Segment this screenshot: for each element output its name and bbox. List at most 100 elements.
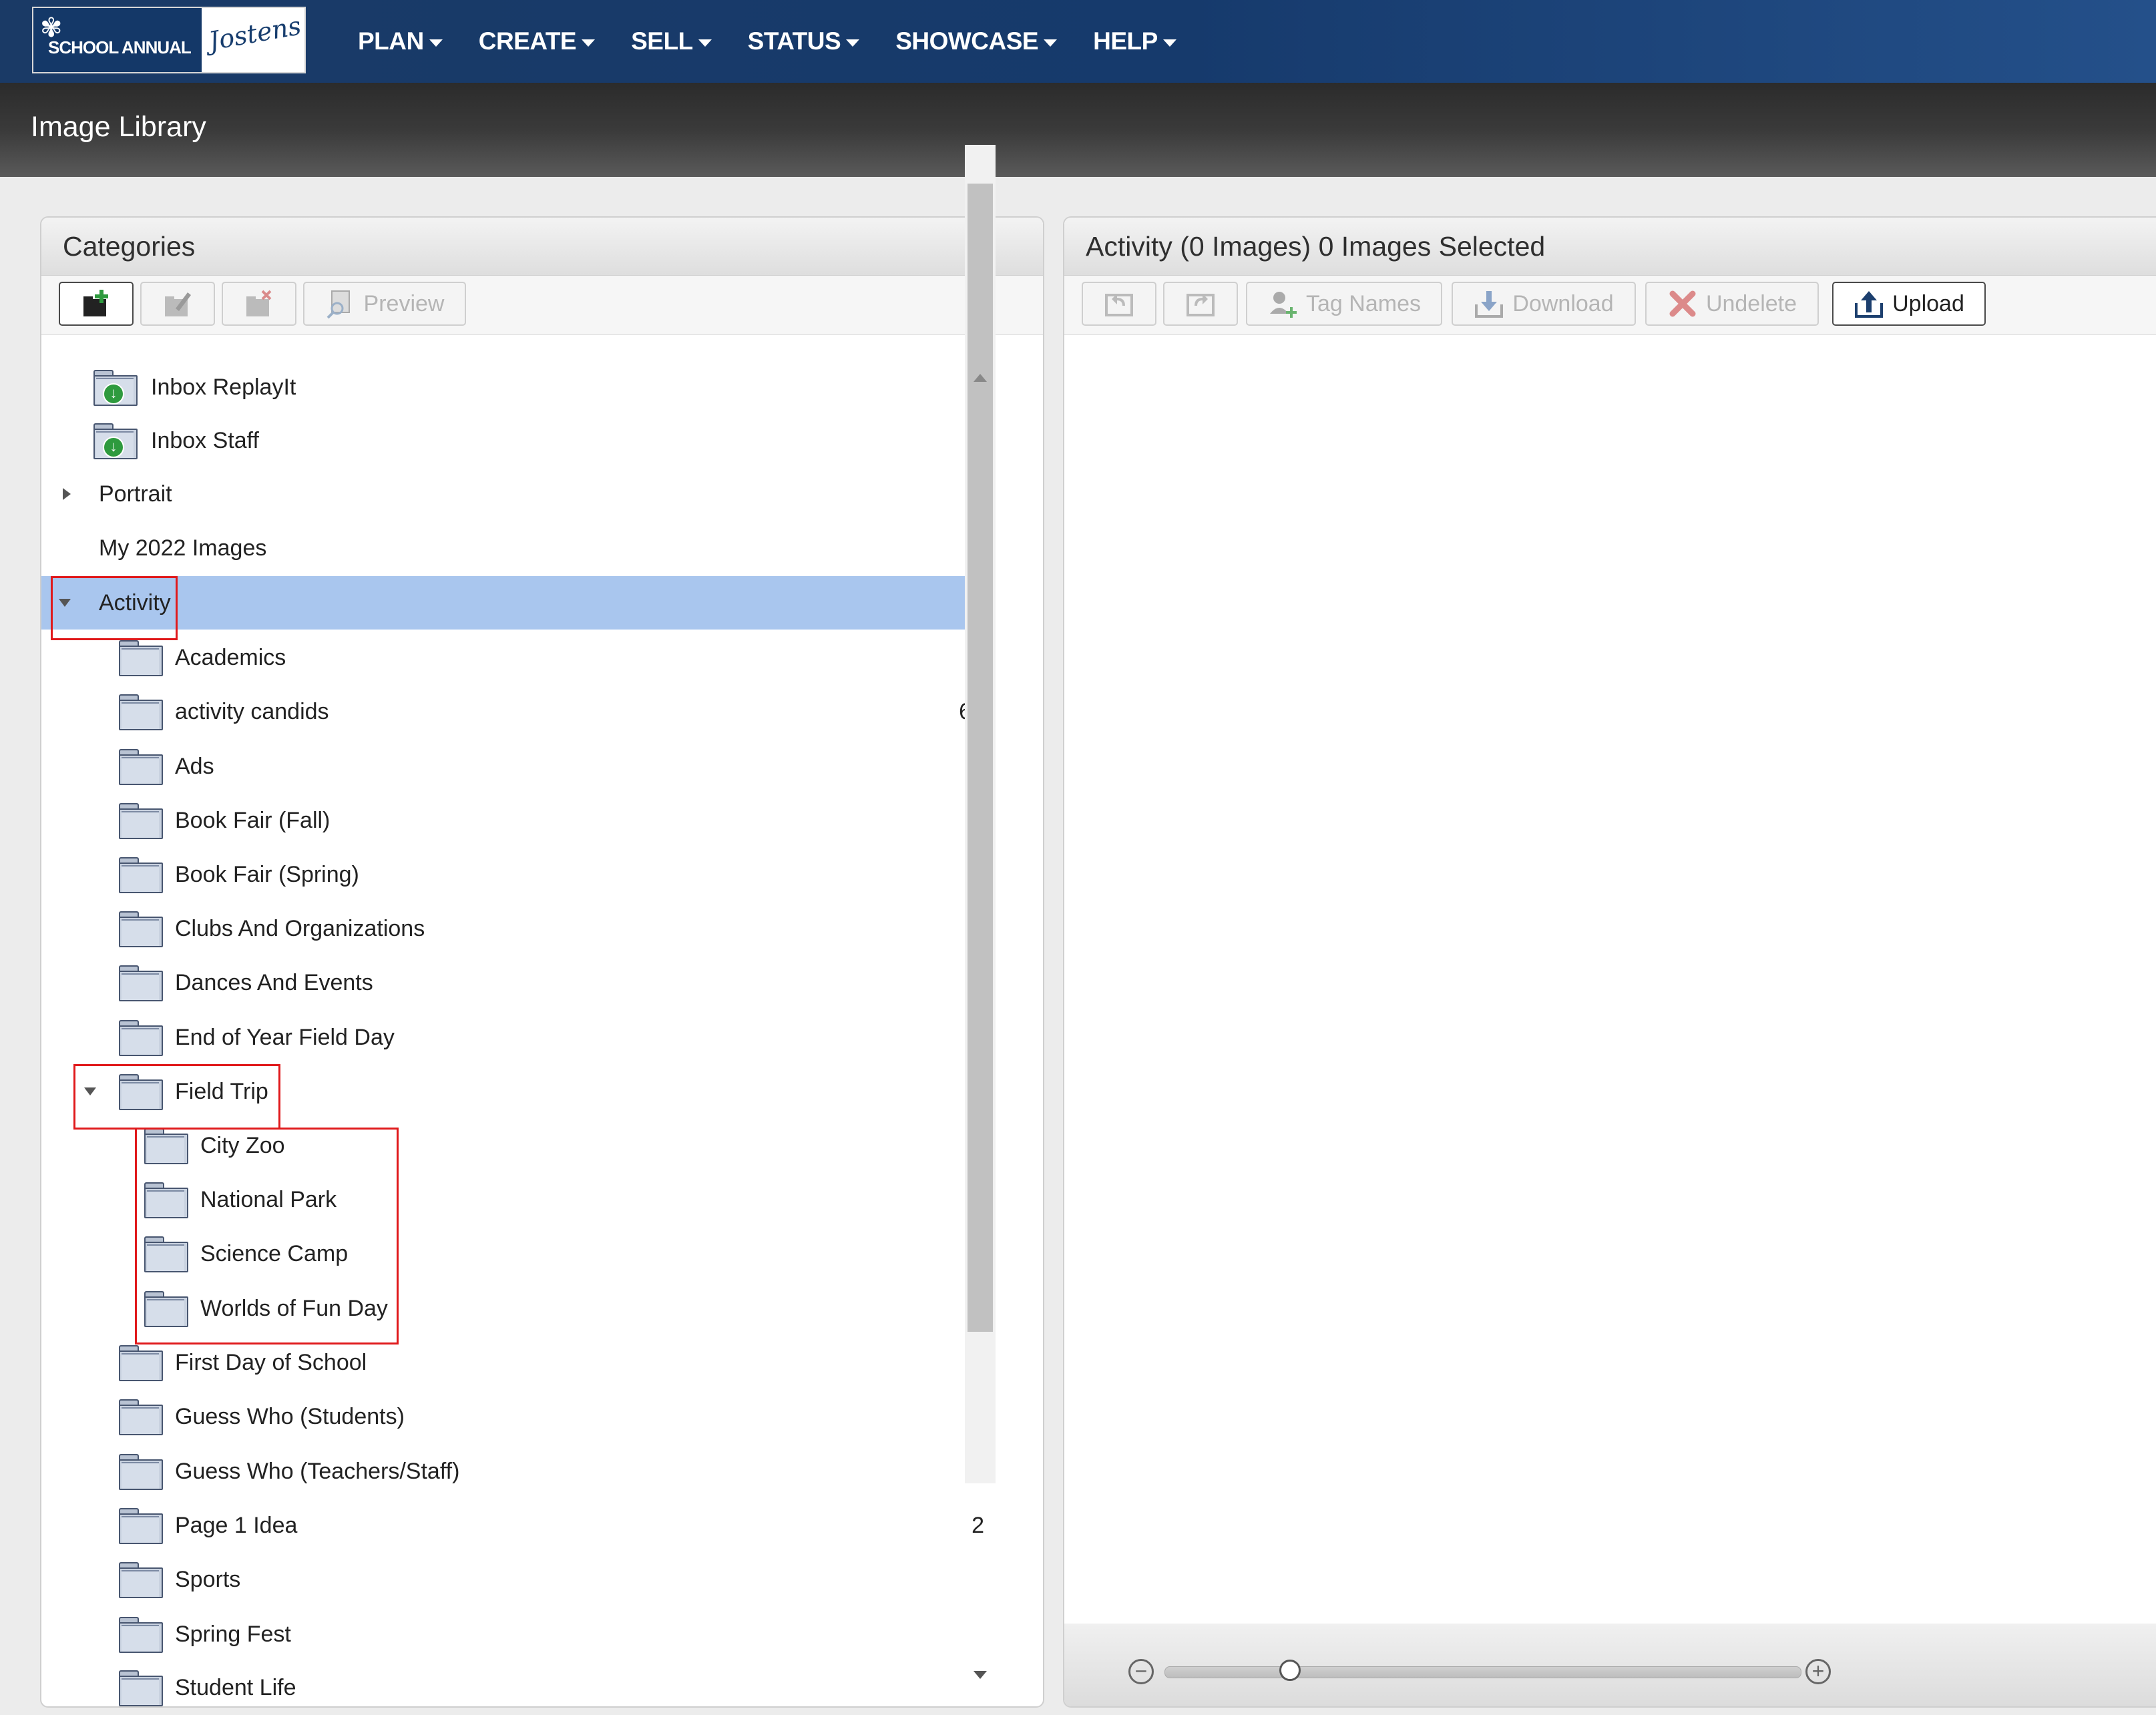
tree-item-student-life[interactable]: Student Life bbox=[41, 1661, 991, 1706]
delete-folder-icon bbox=[244, 288, 274, 319]
tree-item-academics[interactable]: Academics bbox=[41, 631, 991, 684]
tree-item-activity-candids[interactable]: activity candids 64 bbox=[41, 685, 991, 738]
undelete-x-icon bbox=[1667, 288, 1698, 319]
nav-sell-label: SELL bbox=[631, 27, 693, 55]
chevron-down-icon bbox=[582, 39, 596, 47]
tree-item-sports[interactable]: Sports bbox=[41, 1553, 991, 1606]
tree-item-label: Inbox ReplayIt bbox=[151, 374, 296, 400]
folder-icon bbox=[119, 749, 163, 785]
tree-item-national-park[interactable]: National Park bbox=[41, 1173, 991, 1226]
tree-item-page-1-idea[interactable]: Page 1 Idea 2 bbox=[41, 1499, 991, 1552]
nav-create[interactable]: CREATE bbox=[479, 27, 596, 55]
tree-scrollbar-thumb[interactable] bbox=[967, 184, 993, 1332]
folder-icon bbox=[144, 1128, 188, 1164]
expand-arrow-icon[interactable] bbox=[63, 488, 71, 500]
folder-icon bbox=[144, 1182, 188, 1218]
tree-item-label: Dances And Events bbox=[175, 969, 373, 995]
tag-names-label: Tag Names bbox=[1306, 290, 1421, 316]
tag-names-button[interactable]: Tag Names bbox=[1246, 282, 1442, 326]
tree-item-guess-who-teachers-staff[interactable]: Guess Who (Teachers/Staff) bbox=[41, 1445, 991, 1498]
tree-item-label: City Zoo bbox=[200, 1132, 285, 1158]
tree-item-book-fair-spring[interactable]: Book Fair (Spring) bbox=[41, 848, 991, 901]
delete-category-button[interactable] bbox=[222, 282, 296, 326]
tree-item-my-2022-images[interactable]: My 2022 Images bbox=[41, 521, 991, 575]
tree-item-label: Portrait bbox=[99, 481, 172, 507]
tree-item-end-of-year-field-day[interactable]: End of Year Field Day bbox=[41, 1011, 991, 1064]
folder-icon bbox=[119, 911, 163, 947]
tree-item-guess-who-students[interactable]: Guess Who (Students) bbox=[41, 1390, 991, 1443]
nav-help[interactable]: HELP bbox=[1093, 27, 1176, 55]
tree-item-activity[interactable]: Activity bbox=[41, 576, 991, 630]
logo-left-panel: ✾ SCHOOL ANNUAL bbox=[33, 8, 202, 72]
chevron-down-icon bbox=[846, 39, 860, 47]
add-category-button[interactable] bbox=[59, 282, 134, 326]
tree-item-label: Clubs And Organizations bbox=[175, 915, 425, 941]
collapse-arrow-icon[interactable] bbox=[59, 599, 71, 607]
tree-item-label: Ads bbox=[175, 753, 214, 779]
chevron-down-icon bbox=[698, 39, 712, 47]
download-button[interactable]: Download bbox=[1452, 282, 1636, 326]
nav-status-label: STATUS bbox=[747, 27, 841, 55]
nav-sell[interactable]: SELL bbox=[631, 27, 712, 55]
edit-folder-icon bbox=[162, 288, 193, 319]
nav-status[interactable]: STATUS bbox=[748, 27, 860, 55]
tree-item-field-trip[interactable]: Field Trip bbox=[41, 1065, 991, 1118]
upload-icon bbox=[1854, 288, 1884, 319]
tree-item-ads[interactable]: Ads bbox=[41, 740, 991, 793]
tree-item-city-zoo[interactable]: City Zoo bbox=[41, 1119, 991, 1172]
download-label: Download bbox=[1512, 290, 1614, 316]
folder-icon bbox=[119, 965, 163, 1001]
folder-icon bbox=[144, 1291, 188, 1327]
preview-button[interactable]: Preview bbox=[303, 282, 466, 326]
tree-item-inbox-replayit[interactable]: ↓ Inbox ReplayIt bbox=[41, 360, 991, 414]
preview-label: Preview bbox=[363, 290, 445, 316]
tree-item-label: Worlds of Fun Day bbox=[200, 1295, 388, 1321]
scroll-up-icon[interactable] bbox=[974, 374, 987, 382]
tree-item-portrait[interactable]: Portrait bbox=[41, 467, 991, 521]
folder-icon bbox=[119, 803, 163, 839]
rotate-left-button[interactable] bbox=[1082, 282, 1156, 326]
zoom-in-icon[interactable]: + bbox=[1805, 1659, 1831, 1684]
tree-item-dances-and-events[interactable]: Dances And Events bbox=[41, 956, 991, 1009]
upload-button[interactable]: Upload bbox=[1832, 282, 1986, 326]
tree-item-spring-fest[interactable]: Spring Fest bbox=[41, 1608, 991, 1661]
nav-showcase-label: SHOWCASE bbox=[895, 27, 1039, 55]
download-icon bbox=[1474, 288, 1504, 319]
logo-text: SCHOOL ANNUAL bbox=[48, 37, 192, 57]
folder-icon bbox=[119, 1345, 163, 1381]
school-annual-logo[interactable]: ✾ SCHOOL ANNUAL Jostens bbox=[32, 7, 306, 73]
nav-plan[interactable]: PLAN bbox=[358, 27, 443, 55]
folder-icon bbox=[119, 1670, 163, 1706]
tree-item-science-camp[interactable]: Science Camp bbox=[41, 1227, 991, 1280]
folder-icon bbox=[119, 1020, 163, 1056]
categories-title: Categories bbox=[63, 231, 196, 262]
zoom-slider-track[interactable] bbox=[1164, 1666, 1801, 1678]
collapse-arrow-icon[interactable] bbox=[84, 1087, 96, 1095]
page-header: Image Library bbox=[0, 83, 2156, 177]
tree-item-label: Science Camp bbox=[200, 1240, 349, 1266]
main-nav: PLAN CREATE SELL STATUS SHOWCASE HELP bbox=[358, 0, 1213, 83]
tree-item-inbox-staff[interactable]: ↓ Inbox Staff bbox=[41, 414, 991, 467]
inbox-folder-icon: ↓ bbox=[93, 370, 138, 406]
tree-item-book-fair-fall[interactable]: Book Fair (Fall) 1 bbox=[41, 794, 991, 847]
rotate-right-button[interactable] bbox=[1163, 282, 1238, 326]
tree-item-label: End of Year Field Day bbox=[175, 1024, 395, 1050]
scroll-down-icon[interactable] bbox=[974, 1671, 987, 1679]
tree-item-first-day-of-school[interactable]: First Day of School bbox=[41, 1336, 991, 1389]
folder-icon bbox=[119, 1454, 163, 1490]
rotate-left-icon bbox=[1104, 288, 1134, 319]
zoom-out-icon[interactable]: − bbox=[1128, 1659, 1154, 1684]
tree-item-label: First Day of School bbox=[175, 1349, 367, 1375]
undelete-button[interactable]: Undelete bbox=[1645, 282, 1819, 326]
rename-category-button[interactable] bbox=[140, 282, 215, 326]
tree-item-label: Guess Who (Students) bbox=[175, 1403, 405, 1429]
folder-icon bbox=[119, 1074, 163, 1110]
nav-showcase[interactable]: SHOWCASE bbox=[895, 27, 1058, 55]
tree-item-clubs-and-organizations[interactable]: Clubs And Organizations bbox=[41, 902, 991, 955]
image-grid-area[interactable] bbox=[1064, 335, 2156, 1631]
tree-item-worlds-of-fun-day[interactable]: Worlds of Fun Day bbox=[41, 1282, 991, 1335]
zoom-slider-thumb[interactable] bbox=[1279, 1660, 1301, 1681]
chevron-down-icon bbox=[429, 39, 443, 47]
tree-item-label: Academics bbox=[175, 644, 286, 670]
logo-script: Jostens bbox=[206, 11, 304, 56]
